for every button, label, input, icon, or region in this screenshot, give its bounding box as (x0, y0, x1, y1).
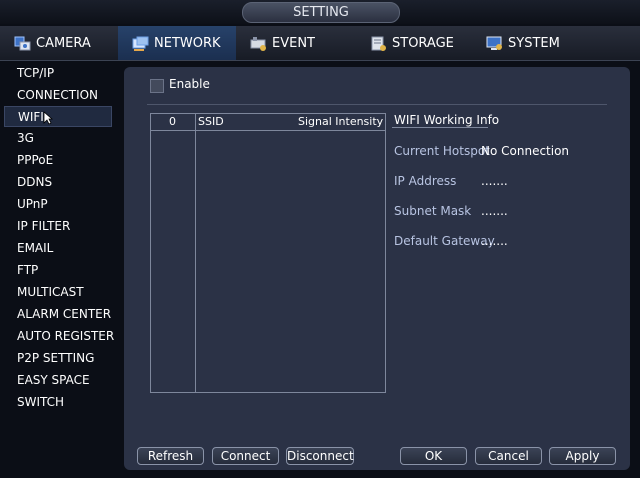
network-sidebar: TCP/IP CONNECTION WIFI 3G PPPoE DDNS UPn… (0, 61, 124, 478)
info-title-underline (392, 127, 488, 128)
sidebar-item-ddns[interactable]: DDNS (4, 172, 112, 193)
sidebar-item-upnp[interactable]: UPnP (4, 194, 112, 215)
wifi-working-info-title: WIFI Working Info (394, 113, 500, 127)
column-header-signal-intensity: Signal Intensity (298, 115, 384, 128)
sidebar-item-easy-space[interactable]: EASY SPACE (4, 370, 112, 391)
default-gateway-label: Default Gateway (394, 234, 495, 248)
cancel-button[interactable]: Cancel (475, 447, 542, 465)
tab-event[interactable]: EVENT (250, 26, 350, 60)
enable-label: Enable (169, 77, 210, 91)
title-bar: SETTING (0, 0, 640, 24)
tab-storage-label: STORAGE (392, 35, 454, 51)
column-header-ssid: SSID (198, 115, 224, 128)
tab-event-label: EVENT (272, 35, 315, 51)
tab-camera[interactable]: CAMERA (14, 26, 114, 60)
sidebar-item-ftp[interactable]: FTP (4, 260, 112, 281)
sidebar-item-auto-register[interactable]: AUTO REGISTER (4, 326, 114, 347)
event-icon (250, 36, 267, 51)
ok-button[interactable]: OK (400, 447, 467, 465)
sidebar-item-wifi-label: WIFI (18, 110, 44, 124)
current-hotspot-label: Current Hotspot (394, 144, 490, 158)
subnet-mask-value: ....... (481, 204, 508, 218)
refresh-button[interactable]: Refresh (137, 447, 204, 465)
main-tab-bar: CAMERA NETWORK EVENT STORAGE SYSTEM (0, 26, 640, 61)
ip-address-label: IP Address (394, 174, 457, 188)
connect-button[interactable]: Connect (212, 447, 279, 465)
current-hotspot-value: No Connection (481, 144, 570, 158)
sidebar-item-pppoe[interactable]: PPPoE (4, 150, 112, 171)
network-icon (132, 36, 149, 51)
system-icon (486, 36, 503, 51)
table-column-divider (195, 114, 196, 392)
sidebar-item-3g[interactable]: 3G (4, 128, 112, 149)
tab-network[interactable]: NETWORK (118, 26, 236, 60)
tab-camera-label: CAMERA (36, 35, 91, 51)
subnet-mask-label: Subnet Mask (394, 204, 472, 218)
table-header-divider (151, 130, 385, 131)
enable-checkbox[interactable] (150, 79, 164, 93)
tab-system[interactable]: SYSTEM (486, 26, 596, 60)
sidebar-item-wifi[interactable]: WIFI (4, 106, 112, 127)
camera-icon (14, 36, 31, 51)
sidebar-item-email[interactable]: EMAIL (4, 238, 112, 259)
ip-address-value: ....... (481, 174, 508, 188)
tab-storage[interactable]: STORAGE (370, 26, 480, 60)
column-header-index: 0 (169, 115, 176, 128)
sidebar-item-connection[interactable]: CONNECTION (4, 85, 112, 106)
storage-icon (370, 36, 387, 51)
tab-system-label: SYSTEM (508, 35, 560, 51)
window-title: SETTING (242, 2, 400, 23)
apply-button[interactable]: Apply (549, 447, 616, 465)
default-gateway-value: ....... (481, 234, 508, 248)
sidebar-item-ip-filter[interactable]: IP FILTER (4, 216, 112, 237)
tab-network-label: NETWORK (154, 35, 221, 51)
section-divider (147, 104, 607, 105)
sidebar-item-tcpip[interactable]: TCP/IP (4, 63, 112, 84)
mouse-cursor-icon (43, 111, 53, 125)
sidebar-item-alarm-center[interactable]: ALARM CENTER (4, 304, 112, 325)
sidebar-item-switch[interactable]: SWITCH (4, 392, 112, 413)
sidebar-item-p2p-setting[interactable]: P2P SETTING (4, 348, 112, 369)
sidebar-item-multicast[interactable]: MULTICAST (4, 282, 112, 303)
disconnect-button[interactable]: Disconnect (286, 447, 354, 465)
ssid-list-table[interactable]: 0 SSID Signal Intensity (150, 113, 386, 393)
